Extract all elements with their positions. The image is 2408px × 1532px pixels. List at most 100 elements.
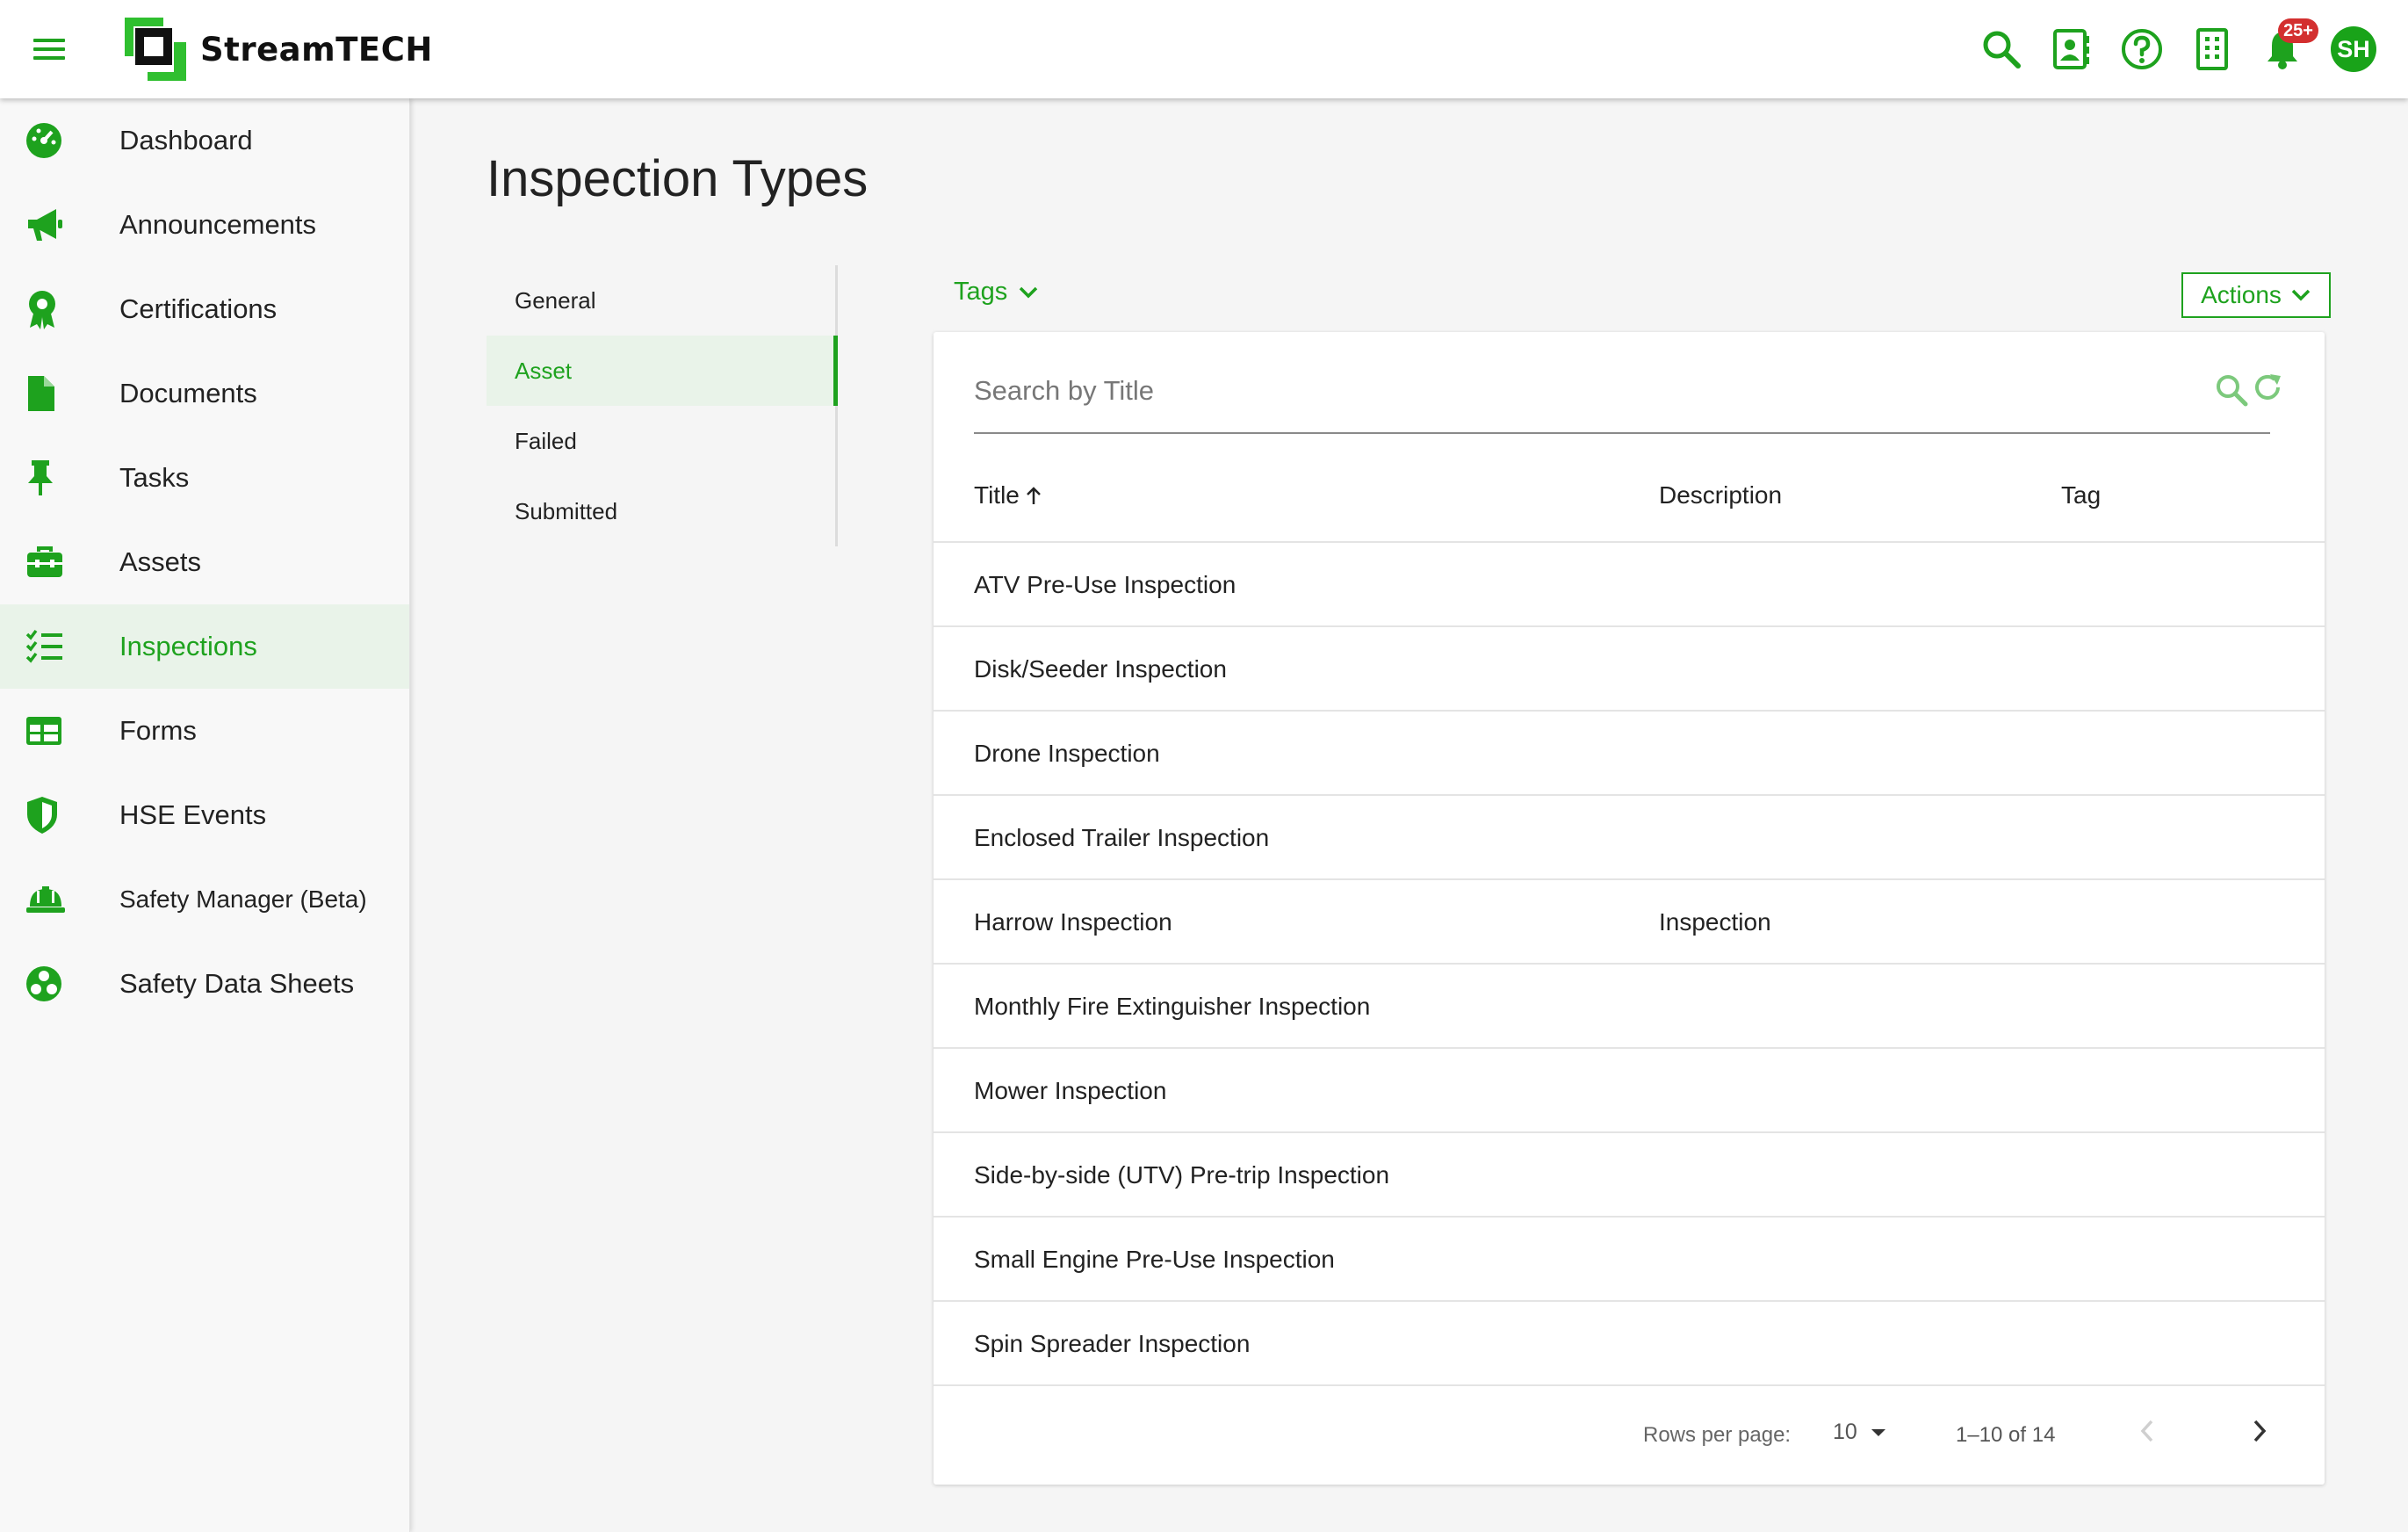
tab-asset[interactable]: Asset — [487, 336, 838, 406]
sidebar-item-label: Tasks — [119, 462, 190, 493]
sidebar-item-documents[interactable]: Documents — [0, 351, 409, 436]
sidebar-item-safety-data-sheets[interactable]: Safety Data Sheets — [0, 942, 409, 1026]
shield-icon — [0, 795, 119, 835]
pin-icon — [0, 459, 119, 497]
sidebar-item-label: Safety Data Sheets — [119, 968, 355, 999]
table-body: ATV Pre-Use Inspection Disk/Seeder Inspe… — [934, 543, 2325, 1386]
sidebar-item-forms[interactable]: Forms — [0, 689, 409, 773]
column-header-tag[interactable]: Tag — [2061, 481, 2101, 509]
search-field — [974, 350, 2270, 434]
chevron-left-icon — [2140, 1420, 2153, 1442]
tab-general[interactable]: General — [487, 265, 835, 336]
sidebar-item-label: Announcements — [119, 209, 317, 240]
column-label: Description — [1659, 481, 1783, 509]
cell-title: Disk/Seeder Inspection — [974, 655, 1227, 683]
cell-title: Side-by-side (UTV) Pre-trip Inspection — [974, 1161, 1390, 1189]
table-row[interactable]: Disk/Seeder Inspection — [934, 627, 2325, 712]
sidebar-item-inspections[interactable]: Inspections — [0, 604, 409, 689]
dashboard-gauge-icon — [0, 121, 119, 160]
tags-dropdown-button[interactable]: Tags — [954, 278, 1039, 307]
search-input[interactable] — [974, 369, 2151, 413]
pagination-range: 1–10 of 14 — [1956, 1423, 2056, 1447]
menu-icon[interactable] — [32, 35, 67, 63]
previous-page-button[interactable] — [2137, 1416, 2158, 1446]
chevron-down-icon — [2291, 289, 2311, 301]
cell-title: Harrow Inspection — [974, 908, 1172, 936]
tags-label: Tags — [954, 278, 1008, 306]
app-logo[interactable]: StreamTECH — [123, 14, 433, 84]
top-actions: 25+ SH — [1979, 18, 2376, 76]
page-title: Inspection Types — [487, 150, 869, 207]
cell-title: Small Engine Pre-Use Inspection — [974, 1246, 1335, 1273]
top-app-bar: StreamTECH 25+ SH — [0, 0, 2408, 98]
help-icon[interactable] — [2120, 27, 2164, 71]
sidebar-item-label: Inspections — [119, 631, 257, 661]
table-row[interactable]: Mower Inspection — [934, 1049, 2325, 1133]
checklist-icon — [0, 629, 119, 664]
search-icon[interactable] — [1979, 27, 2023, 71]
column-header-title[interactable]: Title — [974, 481, 1042, 509]
bell-icon[interactable]: 25+ — [2260, 18, 2318, 71]
sidebar-item-label: Documents — [119, 378, 257, 408]
contact-card-icon[interactable] — [2050, 27, 2094, 71]
tab-failed[interactable]: Failed — [487, 406, 835, 476]
sidebar: Dashboard Announcements Certifications D… — [0, 98, 410, 1532]
column-label: Tag — [2061, 481, 2102, 509]
sidebar-item-announcements[interactable]: Announcements — [0, 183, 409, 267]
chevron-right-icon — [2253, 1420, 2267, 1442]
caret-down-icon — [1871, 1428, 1885, 1436]
cell-description: Inspection — [1659, 908, 1771, 936]
cell-title: Mower Inspection — [974, 1077, 1167, 1104]
column-label: Title — [974, 481, 1020, 509]
sidebar-item-hse-events[interactable]: HSE Events — [0, 773, 409, 857]
refresh-icon[interactable] — [2251, 371, 2284, 404]
sidebar-item-label: Safety Manager (Beta) — [119, 885, 367, 913]
sidebar-item-certifications[interactable]: Certifications — [0, 267, 409, 351]
notification-badge: 25+ — [2278, 18, 2318, 43]
user-avatar[interactable]: SH — [2331, 26, 2376, 72]
toolbox-icon — [0, 545, 119, 580]
sidebar-item-label: Assets — [119, 546, 202, 577]
sidebar-item-label: Dashboard — [119, 125, 253, 155]
sidebar-item-label: HSE Events — [119, 799, 267, 830]
megaphone-icon — [0, 206, 119, 244]
inspection-type-tabs: General Asset Failed Submitted — [487, 265, 838, 546]
table-row[interactable]: Harrow Inspection Inspection — [934, 880, 2325, 965]
cell-title: Enclosed Trailer Inspection — [974, 824, 1270, 851]
search-icon[interactable] — [2214, 372, 2249, 408]
building-icon[interactable] — [2190, 27, 2234, 71]
table-row[interactable]: Enclosed Trailer Inspection — [934, 796, 2325, 880]
table-row[interactable]: Side-by-side (UTV) Pre-trip Inspection — [934, 1133, 2325, 1218]
table-row[interactable]: Drone Inspection — [934, 712, 2325, 796]
sidebar-item-dashboard[interactable]: Dashboard — [0, 98, 409, 183]
table-row[interactable]: ATV Pre-Use Inspection — [934, 543, 2325, 627]
column-header-description[interactable]: Description — [1659, 481, 1782, 509]
table-row[interactable]: Monthly Fire Extinguisher Inspection — [934, 965, 2325, 1049]
table-header: Title Description Tag — [934, 453, 2325, 543]
cell-title: Spin Spreader Inspection — [974, 1330, 1251, 1357]
table-row[interactable]: Spin Spreader Inspection — [934, 1302, 2325, 1386]
hardhat-icon — [0, 884, 119, 915]
cell-title: ATV Pre-Use Inspection — [974, 571, 1236, 598]
rows-per-page-label: Rows per page: — [1643, 1423, 1792, 1447]
actions-label: Actions — [2201, 281, 2282, 308]
cell-title: Monthly Fire Extinguisher Inspection — [974, 993, 1371, 1020]
sidebar-item-label: Forms — [119, 715, 197, 746]
rows-per-page-select[interactable]: 10 — [1833, 1420, 1887, 1445]
chevron-down-icon — [1020, 286, 1038, 298]
document-icon — [0, 374, 119, 413]
next-page-button[interactable] — [2249, 1416, 2270, 1446]
sidebar-item-safety-manager[interactable]: Safety Manager (Beta) — [0, 857, 409, 942]
streamtech-logo-icon — [125, 18, 186, 81]
actions-button[interactable]: Actions — [2181, 272, 2331, 318]
inspection-types-table-card: Title Description Tag ATV Pre-Use Inspec… — [934, 332, 2325, 1485]
table-row[interactable]: Small Engine Pre-Use Inspection — [934, 1218, 2325, 1302]
sidebar-item-tasks[interactable]: Tasks — [0, 436, 409, 520]
award-ribbon-icon — [0, 289, 119, 329]
tab-submitted[interactable]: Submitted — [487, 476, 835, 546]
biohazard-icon — [0, 965, 119, 1003]
sidebar-item-label: Certifications — [119, 293, 278, 324]
sidebar-item-assets[interactable]: Assets — [0, 520, 409, 604]
table-pagination: Rows per page: 10 1–10 of 14 — [934, 1386, 2325, 1485]
cell-title: Drone Inspection — [974, 740, 1160, 767]
